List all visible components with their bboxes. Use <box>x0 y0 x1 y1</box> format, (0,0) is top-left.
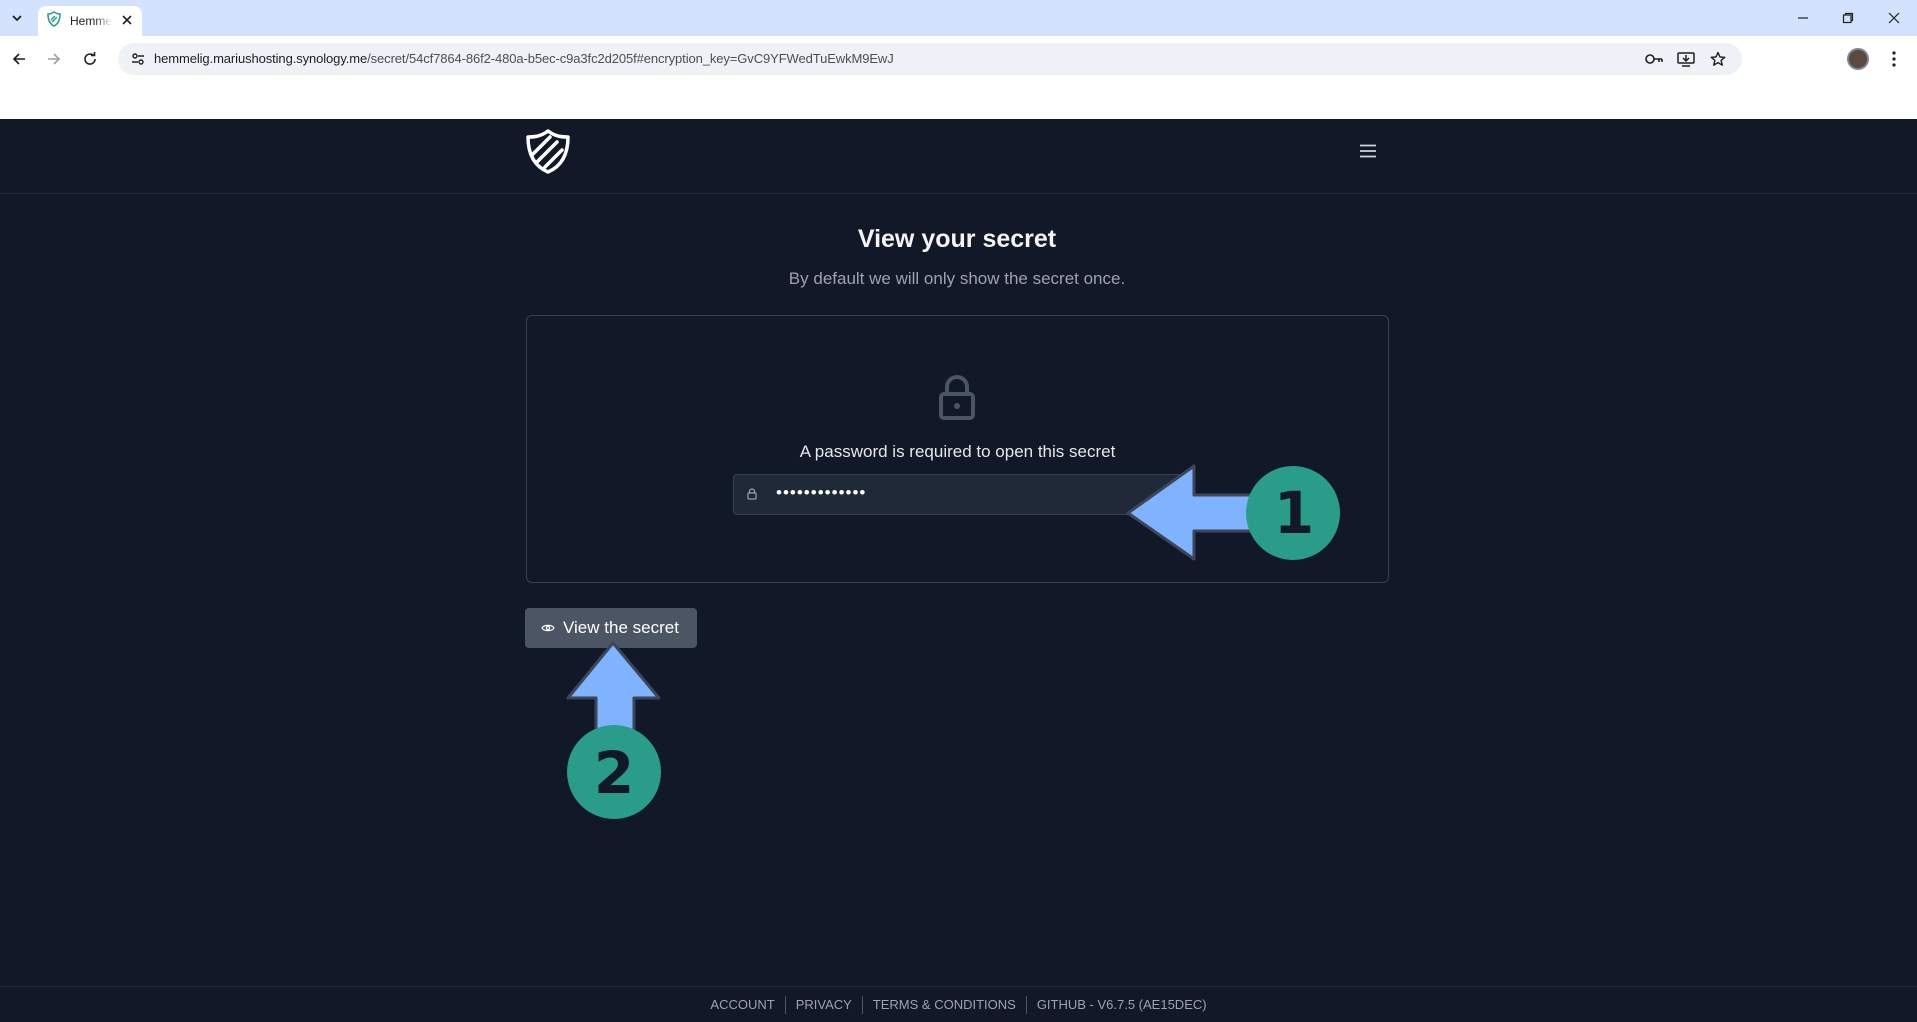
footer-link-terms[interactable]: TERMS & CONDITIONS <box>863 997 1026 1012</box>
browser-toolbar: hemmelig.mariushosting.synology.me/secre… <box>0 36 1917 82</box>
bookmark-star-icon[interactable] <box>1706 47 1730 71</box>
tab-title: Hemmelig <box>70 14 112 28</box>
restore-icon[interactable] <box>1825 0 1871 36</box>
lock-small-icon <box>744 486 760 502</box>
url-host: hemmelig.mariushosting.synology.me <box>154 51 368 66</box>
password-value: ••••••••••••• <box>776 483 867 502</box>
footer-link-privacy[interactable]: PRIVACY <box>786 997 862 1012</box>
site-header <box>0 119 1917 194</box>
site-footer: ACCOUNT PRIVACY TERMS & CONDITIONS GITHU… <box>0 986 1917 1022</box>
password-key-icon[interactable] <box>1642 47 1666 71</box>
hemmelig-logo-icon[interactable] <box>524 128 572 174</box>
site-info-icon[interactable] <box>126 47 150 71</box>
view-secret-label: View the secret <box>563 618 679 637</box>
kebab-menu-icon[interactable] <box>1880 44 1908 74</box>
eye-icon <box>541 621 555 635</box>
url-path: /secret/54cf7864-86f2-480a-b5ec-c9a3fc2d… <box>367 51 894 66</box>
page: View your secret By default we will only… <box>0 119 1917 1022</box>
lock-icon <box>935 374 979 420</box>
minimize-icon[interactable] <box>1780 0 1826 36</box>
footer-link-account[interactable]: ACCOUNT <box>700 997 784 1012</box>
browser-tab[interactable]: Hemmelig <box>38 6 142 36</box>
tab-search-icon[interactable] <box>4 6 30 30</box>
badge-2-number: 2 <box>594 739 634 807</box>
forward-icon[interactable] <box>38 43 70 75</box>
browser-tab-strip: Hemmelig <box>0 0 1917 36</box>
reload-icon[interactable] <box>74 43 106 75</box>
page-subtitle: By default we will only show the secret … <box>788 269 1126 288</box>
install-app-icon[interactable] <box>1674 47 1698 71</box>
profile-avatar[interactable] <box>1847 48 1869 70</box>
hamburger-menu-icon[interactable] <box>1354 141 1382 161</box>
footer-link-github[interactable]: GITHUB - V6.7.5 (AE15DEC) <box>1027 997 1217 1012</box>
browser-infobar-space <box>0 82 1917 119</box>
back-icon[interactable] <box>3 43 35 75</box>
password-input[interactable]: ••••••••••••• <box>733 474 1184 515</box>
annotation-badge-2: 2 <box>566 725 662 821</box>
close-icon[interactable] <box>118 11 136 29</box>
url-text: hemmelig.mariushosting.synology.me/secre… <box>154 51 894 66</box>
window-close-icon[interactable] <box>1871 0 1917 36</box>
page-title: View your secret <box>857 225 1057 253</box>
address-bar[interactable]: hemmelig.mariushosting.synology.me/secre… <box>118 43 1742 75</box>
favicon <box>46 10 62 32</box>
badge-1-number: 1 <box>1274 479 1314 547</box>
annotation-badge-1: 1 <box>1246 463 1342 559</box>
